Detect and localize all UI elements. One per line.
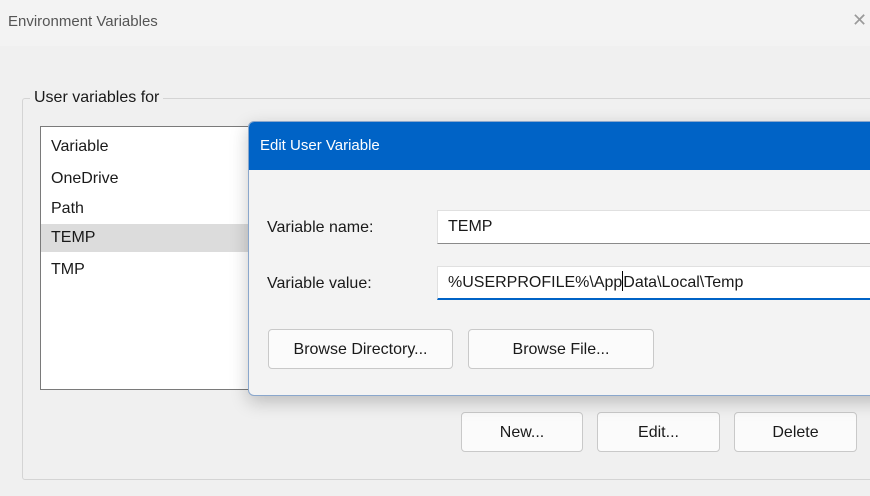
variable-value-after-caret: Data\Local\Temp <box>623 274 744 291</box>
window-titlebar: Environment Variables ✕ <box>0 0 870 46</box>
edit-user-variable-dialog: Edit User Variable Variable name: TEMP V… <box>248 121 870 396</box>
list-item-path[interactable]: Path <box>51 199 84 219</box>
variable-value-input[interactable]: %USERPROFILE%\AppData\Local\Temp <box>437 266 870 300</box>
list-item-onedrive[interactable]: OneDrive <box>51 169 119 189</box>
list-item-temp[interactable]: TEMP <box>51 228 95 248</box>
browse-file-button[interactable]: Browse File... <box>468 329 654 369</box>
browse-directory-button[interactable]: Browse Directory... <box>268 329 453 369</box>
list-header-variable[interactable]: Variable <box>51 137 109 157</box>
variable-name-input[interactable]: TEMP <box>437 210 870 244</box>
variable-name-value: TEMP <box>448 218 493 235</box>
close-icon[interactable]: ✕ <box>852 10 867 31</box>
dialog-title: Edit User Variable <box>260 137 380 154</box>
variable-value-label: Variable value: <box>267 275 372 292</box>
user-variables-list[interactable]: Variable OneDrive Path TEMP TMP <box>40 126 272 390</box>
list-item-tmp[interactable]: TMP <box>51 260 85 280</box>
delete-button[interactable]: Delete <box>734 412 857 452</box>
user-variables-label: User variables for <box>30 89 164 107</box>
variable-value-before-caret: %USERPROFILE%\App <box>448 274 623 291</box>
edit-button[interactable]: Edit... <box>597 412 720 452</box>
dialog-titlebar: Edit User Variable <box>249 122 870 170</box>
window-title: Environment Variables <box>8 13 158 30</box>
new-button[interactable]: New... <box>461 412 583 452</box>
variable-name-label: Variable name: <box>267 219 374 236</box>
